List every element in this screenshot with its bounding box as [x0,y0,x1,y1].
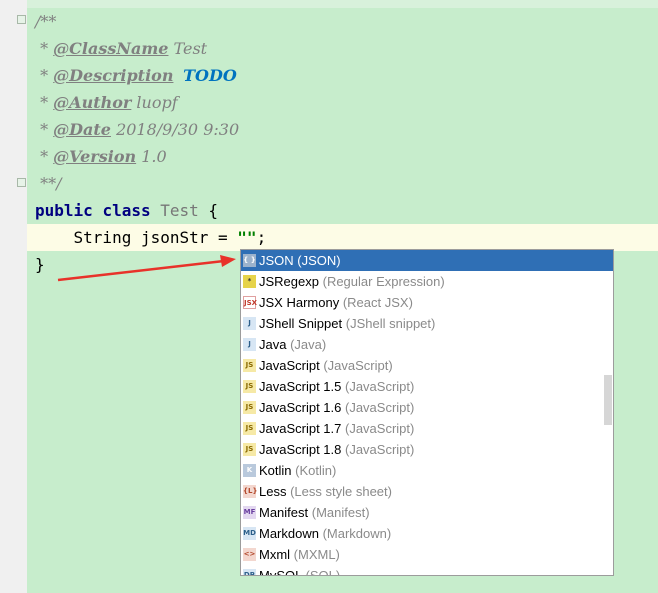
completion-item-type: (JavaScript) [323,358,393,373]
completion-item-name: Less [259,484,287,499]
jsx-icon: JSX [243,296,257,309]
completion-item-name: JavaScript [259,358,320,373]
completion-item-type: (Less style sheet) [290,484,392,499]
completion-item-name: JavaScript 1.5 [259,379,342,394]
completion-item[interactable]: JS JavaScript 1.5 (JavaScript) [241,376,613,397]
js-icon: JS [243,359,256,372]
json-icon: { } [243,254,256,267]
js-icon: JS [243,422,256,435]
js-icon: JS [243,443,256,456]
completion-item[interactable]: JS JavaScript (JavaScript) [241,355,613,376]
jshell-icon: J [243,317,256,330]
manifest-icon: MF [243,506,256,519]
completion-item[interactable]: DB MySQL (SQL) [241,565,613,576]
completion-item[interactable]: MD Markdown (Markdown) [241,523,613,544]
completion-item-name: MySQL [259,568,302,576]
completion-item[interactable]: JS JavaScript 1.8 (JavaScript) [241,439,613,460]
completion-item-type: (Regular Expression) [322,274,445,289]
completion-item-name: JSON [259,253,294,268]
completion-item-name: JSRegexp [259,274,319,289]
completion-item-type: (Kotlin) [295,463,337,478]
arrow-shaft [57,259,225,282]
completion-item-type: (Markdown) [322,526,392,541]
completion-item-name: Manifest [259,505,309,520]
kotlin-icon: K [243,464,256,477]
completion-scrollbar[interactable] [604,375,612,425]
completion-item-name: JSX Harmony [259,295,340,310]
completion-item-type: (SQL) [305,568,341,576]
js-icon: JS [243,401,256,414]
completion-item-type: (Java) [290,337,327,352]
completion-item-type: (JavaScript) [345,379,415,394]
completion-item[interactable]: JSX JSX Harmony (React JSX) [241,292,613,313]
completion-item-type: (Manifest) [311,505,370,520]
completion-item[interactable]: {L} Less (Less style sheet) [241,481,613,502]
markdown-icon: MD [243,527,256,540]
completion-item-name: JavaScript 1.8 [259,442,342,457]
less-icon: {L} [243,485,257,498]
completion-item-name: JavaScript 1.6 [259,400,342,415]
regexp-icon: * [243,275,256,288]
completion-item-type: (JavaScript) [345,442,415,457]
completion-item-type: (MXML) [293,547,340,562]
completion-item-name: JavaScript 1.7 [259,421,342,436]
arrow-head [220,255,236,267]
completion-item-name: Mxml [259,547,291,562]
mysql-icon: DB [243,569,256,575]
completion-item[interactable]: JS JavaScript 1.6 (JavaScript) [241,397,613,418]
completion-item-name: Kotlin [259,463,292,478]
completion-item-name: Markdown [259,526,319,541]
java-icon: J [243,338,256,351]
completion-item[interactable]: { } JSON (JSON) [241,250,613,271]
completion-item[interactable]: * JSRegexp (Regular Expression) [241,271,613,292]
completion-item-type: (React JSX) [342,295,413,310]
completion-item[interactable]: JS JavaScript 1.7 (JavaScript) [241,418,613,439]
completion-list[interactable]: { } JSON (JSON) * JSRegexp (Regular Express… [241,250,613,576]
completion-item-type: (JSON) [297,253,341,268]
completion-item[interactable]: J JShell Snippet (JShell snippet) [241,313,613,334]
js-icon: JS [243,380,256,393]
completion-item-name: Java [259,337,287,352]
completion-item-type: (JavaScript) [345,421,415,436]
completion-item[interactable]: <> Mxml (MXML) [241,544,613,565]
completion-popup[interactable]: { } JSON (JSON) * JSRegexp (Regular Express… [240,249,614,576]
completion-item[interactable]: MF Manifest (Manifest) [241,502,613,523]
completion-item-name: JShell Snippet [259,316,343,331]
completion-item-type: (JavaScript) [345,400,415,415]
completion-item[interactable]: K Kotlin (Kotlin) [241,460,613,481]
mxml-icon: <> [243,548,256,561]
completion-item-type: (JShell snippet) [345,316,436,331]
completion-item[interactable]: J Java (Java) [241,334,613,355]
